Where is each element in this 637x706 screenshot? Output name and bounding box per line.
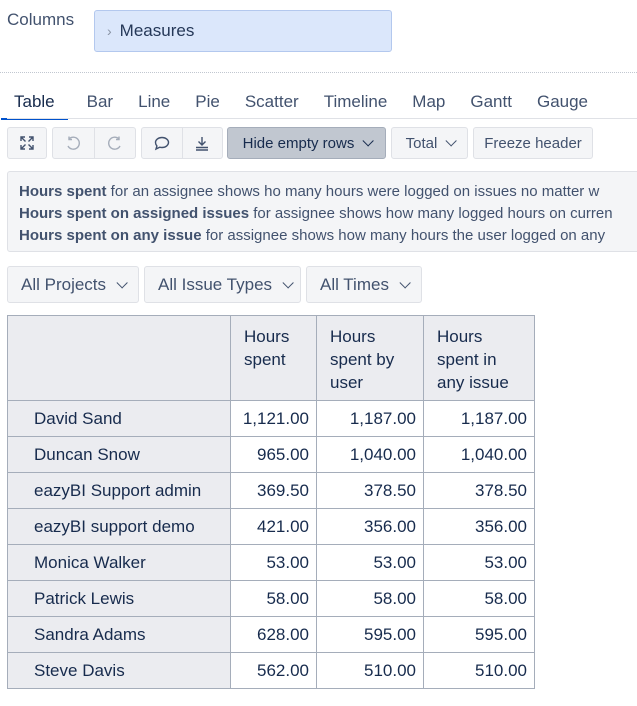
value-cell: 1,187.00 (316, 400, 424, 437)
row-header[interactable]: David Sand (7, 400, 231, 437)
report-table: Hours spent Hours spent by user Hours spent … (7, 315, 535, 689)
column-header-hours-spent-by-user[interactable]: Hours spent by user (316, 315, 424, 401)
measures-chip[interactable]: › Measures (94, 10, 392, 52)
value-cell: 562.00 (230, 652, 317, 689)
export-button[interactable] (181, 128, 223, 158)
table-row: Patrick Lewis 58.00 58.00 58.00 (7, 580, 535, 617)
value-cell: 510.00 (423, 652, 535, 689)
column-header-hours-spent-any-issue[interactable]: Hours spent in any issue (423, 315, 535, 401)
value-cell: 1,040.00 (316, 436, 424, 473)
comment-button[interactable] (142, 128, 182, 158)
value-cell: 58.00 (230, 580, 317, 617)
tab-map[interactable]: Map (412, 88, 445, 118)
issue-types-filter-label: All Issue Types (158, 274, 273, 294)
hide-empty-rows-label: Hide empty rows (242, 134, 355, 152)
projects-filter-label: All Projects (21, 274, 107, 294)
tab-table[interactable]: Table (1, 88, 68, 120)
undo-redo-group (52, 127, 136, 159)
tab-scatter[interactable]: Scatter (245, 88, 299, 118)
total-button[interactable]: Total (392, 128, 467, 158)
export-icon (196, 136, 209, 151)
fullscreen-group (7, 127, 47, 159)
measures-chip-label: Measures (119, 21, 195, 40)
value-cell: 965.00 (230, 436, 317, 473)
redo-button[interactable] (93, 128, 136, 158)
description-box: Hours spent for an assignee shows ho man… (7, 171, 637, 252)
tab-gantt[interactable]: Gantt (470, 88, 512, 118)
table-row: Duncan Snow 965.00 1,040.00 1,040.00 (7, 436, 535, 473)
value-cell: 1,121.00 (230, 400, 317, 437)
table-row: Steve Davis 562.00 510.00 510.00 (7, 652, 535, 689)
times-filter-label: All Times (320, 274, 389, 294)
value-cell: 369.50 (230, 472, 317, 509)
row-header[interactable]: Monica Walker (7, 544, 231, 581)
undo-button[interactable] (53, 128, 94, 158)
total-label: Total (405, 134, 438, 152)
value-cell: 378.50 (316, 472, 424, 509)
undo-icon (67, 136, 81, 150)
row-header[interactable]: Patrick Lewis (7, 580, 231, 617)
value-cell: 58.00 (423, 580, 535, 617)
fullscreen-icon (20, 136, 34, 150)
tabs-divider (7, 118, 637, 119)
chevron-down-icon (282, 276, 294, 289)
chevron-down-icon (399, 276, 411, 289)
value-cell: 356.00 (423, 508, 535, 545)
corner-cell (7, 315, 231, 401)
header-row: Hours spent Hours spent by user Hours spent … (7, 315, 535, 401)
value-cell: 595.00 (423, 616, 535, 653)
value-cell: 53.00 (230, 544, 317, 581)
description-line: Hours spent on any issue for assignee sh… (19, 227, 606, 244)
chevron-down-icon (362, 135, 375, 147)
value-cell: 378.50 (423, 472, 535, 509)
value-cell: 628.00 (230, 616, 317, 653)
chart-type-tabs: Table Bar Line Pie Scatter Timeline Map … (1, 88, 613, 120)
column-header-hours-spent[interactable]: Hours spent (230, 315, 317, 401)
value-cell: 53.00 (316, 544, 424, 581)
description-line: Hours spent on assigned issues for assig… (19, 205, 613, 222)
hide-empty-rows-dropdown: Hide empty rows (227, 127, 386, 159)
total-dropdown: Total (391, 127, 468, 159)
tab-timeline[interactable]: Timeline (324, 88, 388, 118)
tab-line[interactable]: Line (138, 88, 170, 118)
row-header[interactable]: Steve Davis (7, 652, 231, 689)
hide-empty-rows-button[interactable]: Hide empty rows (228, 128, 385, 158)
row-header[interactable]: Duncan Snow (7, 436, 231, 473)
chevron-right-icon[interactable]: › (107, 23, 112, 39)
columns-label: Columns (7, 10, 75, 29)
separator (0, 72, 637, 73)
table-row: Sandra Adams 628.00 595.00 595.00 (7, 616, 535, 653)
table-row: David Sand 1,121.00 1,187.00 1,187.00 (7, 400, 535, 437)
value-cell: 595.00 (316, 616, 424, 653)
description-line: Hours spent for an assignee shows ho man… (19, 183, 600, 200)
table-row: eazyBI Support admin 369.50 378.50 378.50 (7, 472, 535, 509)
value-cell: 510.00 (316, 652, 424, 689)
row-header[interactable]: eazyBI Support admin (7, 472, 231, 509)
comment-export-group (141, 127, 223, 159)
freeze-header-button[interactable]: Freeze header (474, 128, 592, 158)
chevron-down-icon (116, 276, 128, 289)
value-cell: 53.00 (423, 544, 535, 581)
value-cell: 58.00 (316, 580, 424, 617)
freeze-header-label: Freeze header (484, 134, 582, 152)
value-cell: 421.00 (230, 508, 317, 545)
chevron-down-icon (445, 135, 458, 147)
fullscreen-button[interactable] (8, 128, 46, 158)
comment-icon (154, 136, 169, 150)
table-row: Monica Walker 53.00 53.00 53.00 (7, 544, 535, 581)
table-row: eazyBI support demo 421.00 356.00 356.00 (7, 508, 535, 545)
freeze-header-group: Freeze header (473, 127, 593, 159)
tab-bar[interactable]: Bar (87, 88, 113, 118)
projects-filter[interactable]: All Projects (7, 266, 139, 303)
tab-gauge[interactable]: Gauge (537, 88, 588, 118)
row-header[interactable]: Sandra Adams (7, 616, 231, 653)
redo-icon (107, 136, 121, 150)
value-cell: 1,040.00 (423, 436, 535, 473)
value-cell: 356.00 (316, 508, 424, 545)
issue-types-filter[interactable]: All Issue Types (144, 266, 301, 303)
value-cell: 1,187.00 (423, 400, 535, 437)
tab-pie[interactable]: Pie (195, 88, 220, 118)
row-header[interactable]: eazyBI support demo (7, 508, 231, 545)
times-filter[interactable]: All Times (306, 266, 422, 303)
